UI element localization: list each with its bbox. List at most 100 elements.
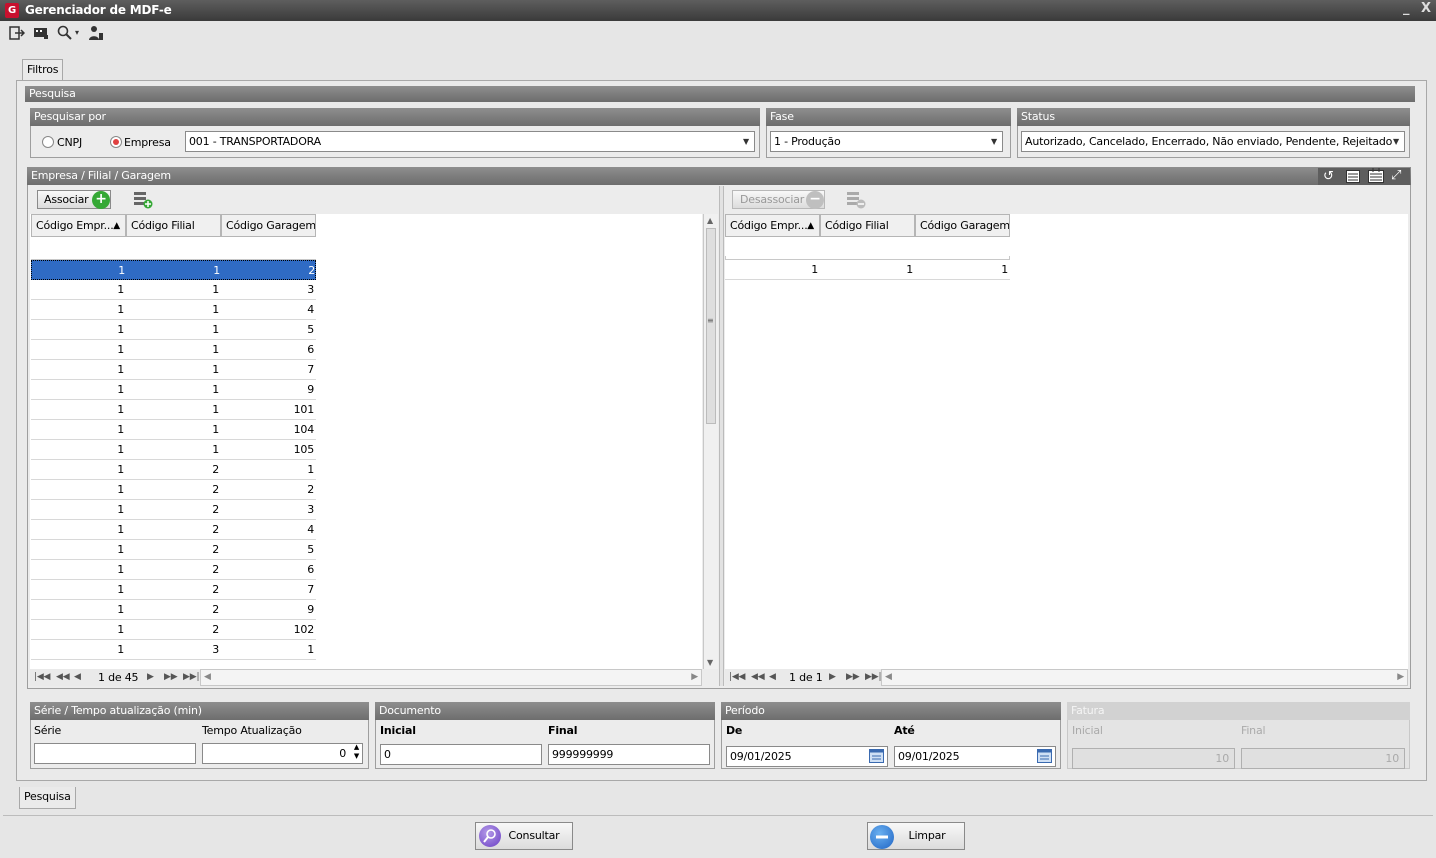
tab-filtros[interactable]: Filtros: [22, 59, 64, 81]
close-button[interactable]: X: [1421, 1, 1431, 16]
remove-list-icon[interactable]: [846, 191, 866, 212]
table-cell: 2: [308, 264, 315, 277]
table-row[interactable]: 1 1 9: [31, 380, 316, 400]
table-cell: 1: [117, 303, 124, 316]
pesquisar-por-header: Pesquisar por: [30, 108, 760, 126]
calendar-view-icon[interactable]: [1368, 168, 1384, 186]
table-row[interactable]: 1 1 101: [31, 400, 316, 420]
next-fast-icon[interactable]: ▶▶: [164, 672, 178, 682]
documento-inicial-input[interactable]: 0: [380, 744, 542, 765]
table-row[interactable]: 1 1 5: [31, 320, 316, 340]
last-page-icon[interactable]: ▶▶|: [183, 672, 199, 682]
fase-header: Fase: [766, 108, 1011, 126]
table-cell: 2: [212, 583, 219, 596]
cnpj-radio[interactable]: [42, 136, 54, 148]
table-cell: 1: [213, 264, 220, 277]
add-list-icon[interactable]: [133, 191, 153, 212]
table-row[interactable]: 1 1 105: [31, 440, 316, 460]
user-icon[interactable]: [87, 25, 105, 43]
table-row[interactable]: 1 2 4: [31, 520, 316, 540]
table-row[interactable]: 1 2 102: [31, 620, 316, 640]
prev-fast-icon[interactable]: ◀◀: [751, 672, 765, 682]
left-col-codigo-garagem[interactable]: Código Garagem: [221, 214, 316, 237]
table-cell: 2: [212, 543, 219, 556]
table-cell: 2: [212, 603, 219, 616]
calendar-icon[interactable]: [1037, 749, 1052, 769]
table-row[interactable]: 1 1 3: [31, 280, 316, 300]
table-cell: 105: [293, 443, 315, 456]
table-cell: 1: [117, 343, 124, 356]
search-icon[interactable]: [56, 25, 74, 43]
table-cell: 1: [117, 463, 124, 476]
right-col-codigo-garagem[interactable]: Código Garagem: [915, 214, 1010, 237]
right-col-codigo-empresa[interactable]: Código Empr... ▲: [725, 214, 820, 237]
list-view-icon[interactable]: [1346, 170, 1360, 186]
left-col-codigo-filial[interactable]: Código Filial: [126, 214, 221, 237]
first-page-icon[interactable]: |◀◀: [729, 672, 745, 682]
table-row[interactable]: 1 2 1: [31, 460, 316, 480]
table-row[interactable]: 1 1 1: [725, 260, 1010, 280]
table-cell: 1: [307, 643, 314, 656]
table-row[interactable]: 1 2 6: [31, 560, 316, 580]
calendar-icon[interactable]: [869, 749, 884, 769]
fatura-header: Fatura: [1067, 702, 1410, 720]
left-filter-row[interactable]: [31, 237, 316, 260]
left-col-codigo-empresa[interactable]: Código Empr... ▲: [31, 214, 126, 237]
cnpj-label: CNPJ: [57, 136, 82, 149]
table-row[interactable]: 1 3 1: [31, 640, 316, 660]
serie-header: Série / Tempo atualização (min): [30, 702, 369, 720]
empresa-select[interactable]: 001 - TRANSPORTADORA ▼: [185, 131, 755, 152]
prev-page-icon[interactable]: ◀: [769, 672, 776, 682]
serie-input[interactable]: [34, 743, 196, 764]
table-cell: 104: [293, 423, 315, 436]
fase-select[interactable]: 1 - Produção ▼: [770, 131, 1003, 152]
last-page-icon[interactable]: ▶▶|: [865, 672, 881, 682]
table-cell: 3: [212, 643, 219, 656]
table-row[interactable]: 1 2 2: [31, 480, 316, 500]
refresh-icon[interactable]: ↺: [1323, 169, 1334, 184]
status-select[interactable]: Autorizado, Cancelado, Encerrado, Não en…: [1021, 131, 1405, 152]
table-cell: 9: [307, 603, 314, 616]
prev-page-icon[interactable]: ◀: [74, 672, 81, 682]
first-page-icon[interactable]: |◀◀: [34, 672, 50, 682]
expand-icon[interactable]: ⤢: [1391, 168, 1401, 183]
table-cell: 1: [212, 383, 219, 396]
periodo-ate-input[interactable]: 09/01/2025: [894, 746, 1056, 767]
table-cell: 1: [117, 603, 124, 616]
tempo-atualizacao-stepper[interactable]: 0 ▲ ▼: [202, 743, 363, 764]
table-row[interactable]: 1 1 6: [31, 340, 316, 360]
prev-fast-icon[interactable]: ◀◀: [56, 672, 70, 682]
splitter[interactable]: [719, 186, 724, 686]
table-row[interactable]: 1 1 4: [31, 300, 316, 320]
table-cell: 3: [307, 283, 314, 296]
minimize-button[interactable]: _: [1403, 1, 1410, 16]
left-vertical-scrollbar[interactable]: ▲ ≡ ▼: [703, 214, 718, 669]
stepper-arrows-icon[interactable]: ▲ ▼: [354, 743, 359, 761]
left-horizontal-scrollbar[interactable]: ◀ ▶: [200, 669, 702, 686]
table-row[interactable]: 1 1 2: [31, 260, 316, 280]
table-row[interactable]: 1 1 7: [31, 360, 316, 380]
table-row[interactable]: 1 2 9: [31, 600, 316, 620]
fatura-final-input[interactable]: 10: [1241, 748, 1405, 769]
left-pager: |◀◀ ◀◀ ◀ 1 de 45 ▶ ▶▶ ▶▶|: [30, 669, 200, 686]
next-fast-icon[interactable]: ▶▶: [846, 672, 860, 682]
chevron-down-icon[interactable]: ▾: [75, 28, 79, 37]
empresa-radio[interactable]: [110, 136, 122, 148]
table-row[interactable]: 1 2 7: [31, 580, 316, 600]
documento-final-input[interactable]: 999999999: [548, 744, 710, 765]
exit-icon[interactable]: [8, 25, 26, 43]
message-icon[interactable]: [32, 25, 50, 43]
periodo-de-input[interactable]: 09/01/2025: [726, 746, 888, 767]
tab-pesquisa[interactable]: Pesquisa: [19, 787, 76, 809]
table-row[interactable]: 1 2 5: [31, 540, 316, 560]
right-horizontal-scrollbar[interactable]: ◀ ▶: [881, 669, 1408, 686]
table-cell: 2: [212, 483, 219, 496]
table-row[interactable]: 1 2 3: [31, 500, 316, 520]
fatura-inicial-input[interactable]: 10: [1072, 748, 1235, 769]
next-page-icon[interactable]: ▶: [147, 672, 154, 682]
table-row[interactable]: 1 1 104: [31, 420, 316, 440]
table-cell: 1: [117, 483, 124, 496]
table-cell: 2: [212, 523, 219, 536]
next-page-icon[interactable]: ▶: [829, 672, 836, 682]
right-col-codigo-filial[interactable]: Código Filial: [820, 214, 915, 237]
